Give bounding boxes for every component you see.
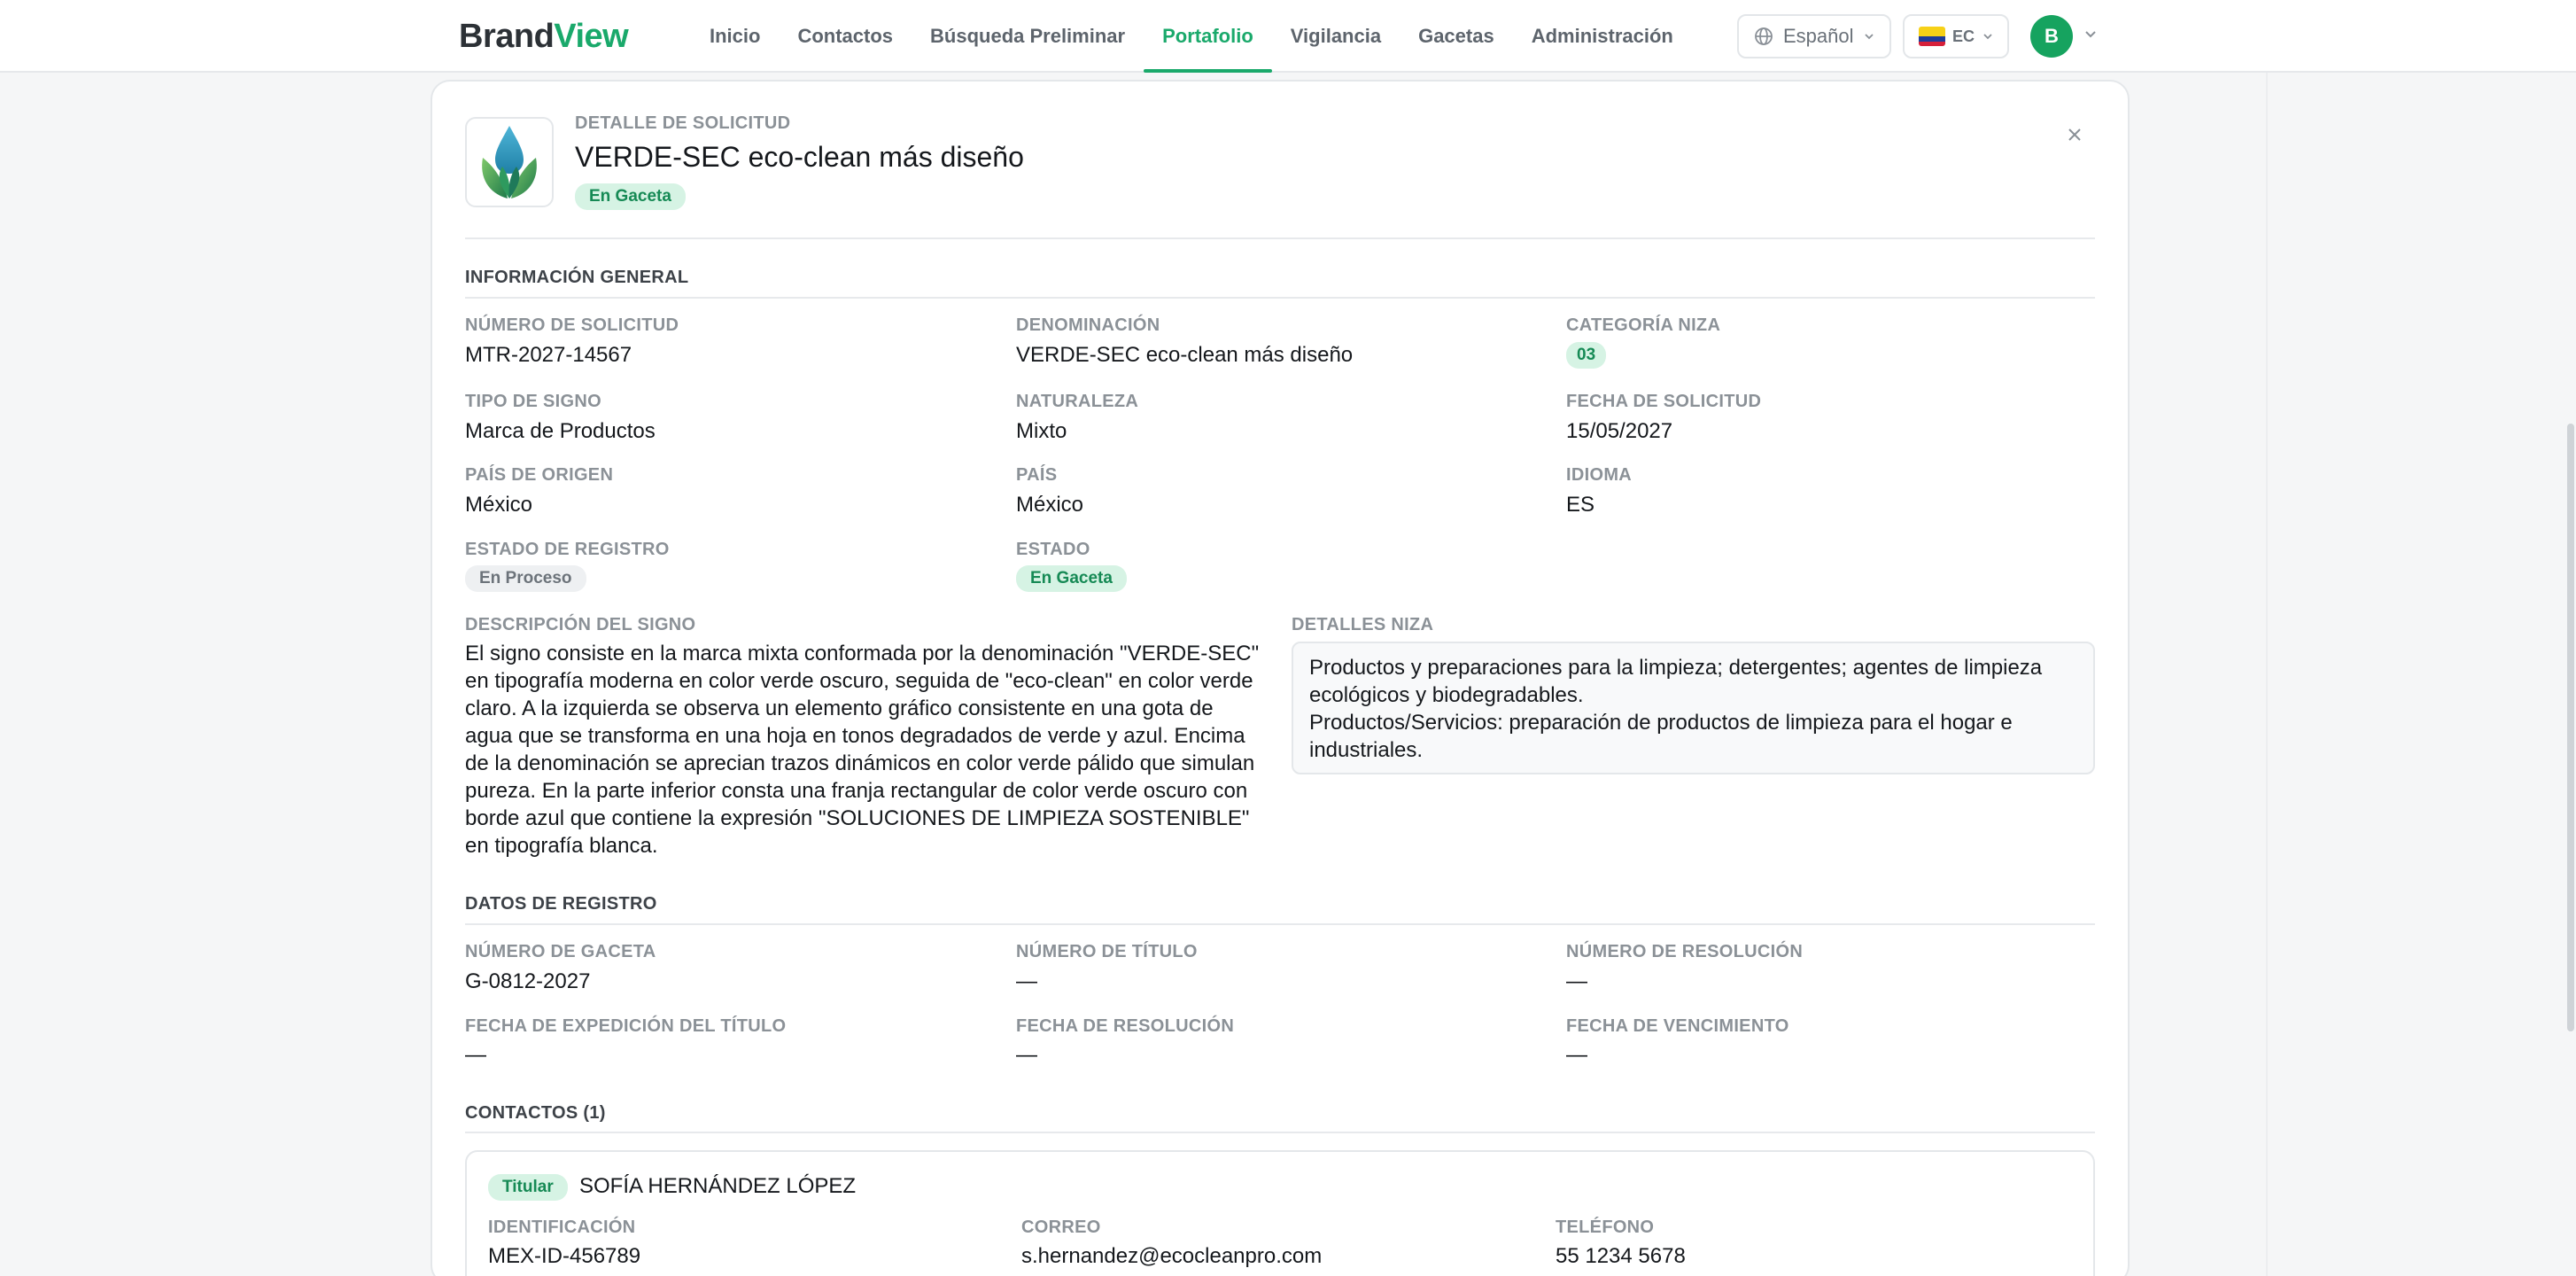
field-label-descripcion: DESCRIPCIÓN DEL SIGNO: [465, 615, 696, 634]
contact-label-identificacion: IDENTIFICACIÓN: [488, 1218, 636, 1237]
estado-badge-wrap: En Gaceta: [1016, 565, 1127, 592]
field-label-categoria-niza: CATEGORÍA NIZA: [1566, 315, 1721, 335]
field-label-detalles-niza: DETALLES NIZA: [1292, 615, 1434, 634]
country-code: EC: [1952, 27, 1975, 45]
field-label-tipo-signo: TIPO DE SIGNO: [465, 392, 601, 411]
nav-contactos[interactable]: Contactos: [779, 0, 912, 73]
niza-line-1: Productos y preparaciones para la limpie…: [1309, 656, 2043, 707]
field-label-numero-titulo: NÚMERO DE TÍTULO: [1016, 942, 1198, 961]
field-value-naturaleza: Mixto: [1016, 419, 1067, 443]
globe-icon: [1755, 27, 1773, 45]
close-icon[interactable]: [2064, 124, 2085, 145]
section-divider: [465, 1132, 2095, 1133]
logo-view-text: View: [554, 18, 629, 55]
field-label-fecha-solicitud: FECHA DE SOLICITUD: [1566, 392, 1762, 411]
contact-role-badge: Titular: [488, 1174, 568, 1201]
field-value-fecha-expedicion: —: [465, 1043, 486, 1067]
logo-brand-text: Brand: [459, 18, 555, 55]
main-nav: Inicio Contactos Búsqueda Preliminar Por…: [691, 0, 1692, 73]
nav-busqueda-preliminar[interactable]: Búsqueda Preliminar: [912, 0, 1144, 73]
field-label-pais: PAÍS: [1016, 465, 1058, 485]
field-value-idioma: ES: [1566, 493, 1595, 517]
field-label-fecha-vencimiento: FECHA DE VENCIMIENTO: [1566, 1016, 1789, 1036]
field-label-denominacion: DENOMINACIÓN: [1016, 315, 1160, 335]
status-badge: En Gaceta: [575, 183, 686, 210]
niza-details-box: Productos y preparaciones para la limpie…: [1292, 642, 2095, 774]
contact-value-correo[interactable]: s.hernandez@ecocleanpro.com: [1021, 1244, 1322, 1269]
field-label-pais-origen: PAÍS DE ORIGEN: [465, 465, 614, 485]
section-title-general: INFORMACIÓN GENERAL: [465, 268, 689, 287]
field-value-numero-resolucion: —: [1566, 969, 1587, 993]
field-label-numero-solicitud: NÚMERO DE SOLICITUD: [465, 315, 679, 335]
user-avatar[interactable]: B: [2030, 15, 2073, 58]
field-value-numero-solicitud: MTR-2027-14567: [465, 343, 632, 367]
section-divider: [465, 297, 2095, 299]
chevron-down-icon: [1864, 34, 1874, 40]
field-label-fecha-resolucion: FECHA DE RESOLUCIÓN: [1016, 1016, 1235, 1036]
contact-value-telefono: 55 1234 5678: [1556, 1244, 1686, 1268]
field-label-fecha-expedicion: FECHA DE EXPEDICIÓN DEL TÍTULO: [465, 1016, 787, 1036]
niza-line-2: Productos/Servicios: preparación de prod…: [1309, 711, 2013, 762]
top-navbar: BrandView Inicio Contactos Búsqueda Prel…: [0, 0, 2576, 73]
contact-role-badge-wrap: Titular: [488, 1174, 568, 1201]
field-label-estado: ESTADO: [1016, 540, 1090, 559]
scrollbar-thumb[interactable]: [2567, 424, 2574, 1031]
field-value-numero-titulo: —: [1016, 969, 1037, 993]
field-value-pais-origen: México: [465, 493, 533, 517]
field-value-fecha-resolucion: —: [1016, 1043, 1037, 1067]
brand-image: [465, 117, 554, 207]
nav-inicio[interactable]: Inicio: [691, 0, 779, 73]
nav-vigilancia[interactable]: Vigilancia: [1272, 0, 1400, 73]
contact-name: SOFÍA HERNÁNDEZ LÓPEZ: [579, 1174, 857, 1198]
field-value-pais: México: [1016, 493, 1084, 517]
nav-administracion[interactable]: Administración: [1513, 0, 1692, 73]
estado-badge: En Gaceta: [1016, 565, 1127, 592]
ecuador-flag-icon: [1919, 27, 1945, 46]
section-divider: [465, 923, 2095, 925]
field-value-fecha-vencimiento: —: [1566, 1043, 1587, 1067]
field-value-tipo-signo: Marca de Productos: [465, 419, 656, 443]
language-label: Español: [1783, 25, 1854, 47]
detail-title: VERDE-SEC eco-clean más diseño: [575, 141, 1024, 173]
section-title-registro: DATOS DE REGISTRO: [465, 894, 657, 914]
field-value-denominacion: VERDE-SEC eco-clean más diseño: [1016, 343, 1354, 367]
estado-registro-badge-wrap: En Proceso: [465, 565, 586, 592]
field-label-numero-gaceta: NÚMERO DE GACETA: [465, 942, 656, 961]
detail-status-badge-wrap: En Gaceta: [575, 183, 686, 210]
estado-registro-badge: En Proceso: [465, 565, 586, 592]
field-label-estado-registro: ESTADO DE REGISTRO: [465, 540, 670, 559]
field-label-numero-resolucion: NÚMERO DE RESOLUCIÓN: [1566, 942, 1804, 961]
contact-label-telefono: TELÉFONO: [1556, 1218, 1655, 1237]
header-divider: [465, 237, 2095, 239]
contact-value-identificacion: MEX-ID-456789: [488, 1244, 641, 1268]
language-selector[interactable]: Español: [1737, 14, 1891, 58]
nav-gacetas[interactable]: Gacetas: [1400, 0, 1513, 73]
water-drop-leaf-logo: [482, 126, 537, 198]
detail-eyebrow: DETALLE DE SOLICITUD: [575, 113, 791, 133]
chevron-down-icon: [1983, 34, 1992, 40]
nav-portafolio[interactable]: Portafolio: [1144, 0, 1272, 73]
categoria-niza-badge: 03: [1566, 342, 1607, 369]
layout-divider: [2266, 73, 2268, 1276]
country-selector[interactable]: EC: [1903, 14, 2009, 58]
brandview-logo[interactable]: BrandView: [459, 16, 629, 57]
chevron-down-icon[interactable]: [2082, 25, 2099, 43]
field-label-naturaleza: NATURALEZA: [1016, 392, 1139, 411]
field-label-idioma: IDIOMA: [1566, 465, 1633, 485]
field-value-numero-gaceta: G-0812-2027: [465, 969, 591, 993]
field-value-fecha-solicitud: 15/05/2027: [1566, 419, 1673, 443]
niza-badge-wrap: 03: [1566, 342, 1607, 369]
field-value-descripcion: El signo consiste en la marca mixta conf…: [465, 642, 1260, 858]
contact-label-correo: CORREO: [1021, 1218, 1101, 1237]
section-title-contactos: CONTACTOS (1): [465, 1103, 606, 1123]
